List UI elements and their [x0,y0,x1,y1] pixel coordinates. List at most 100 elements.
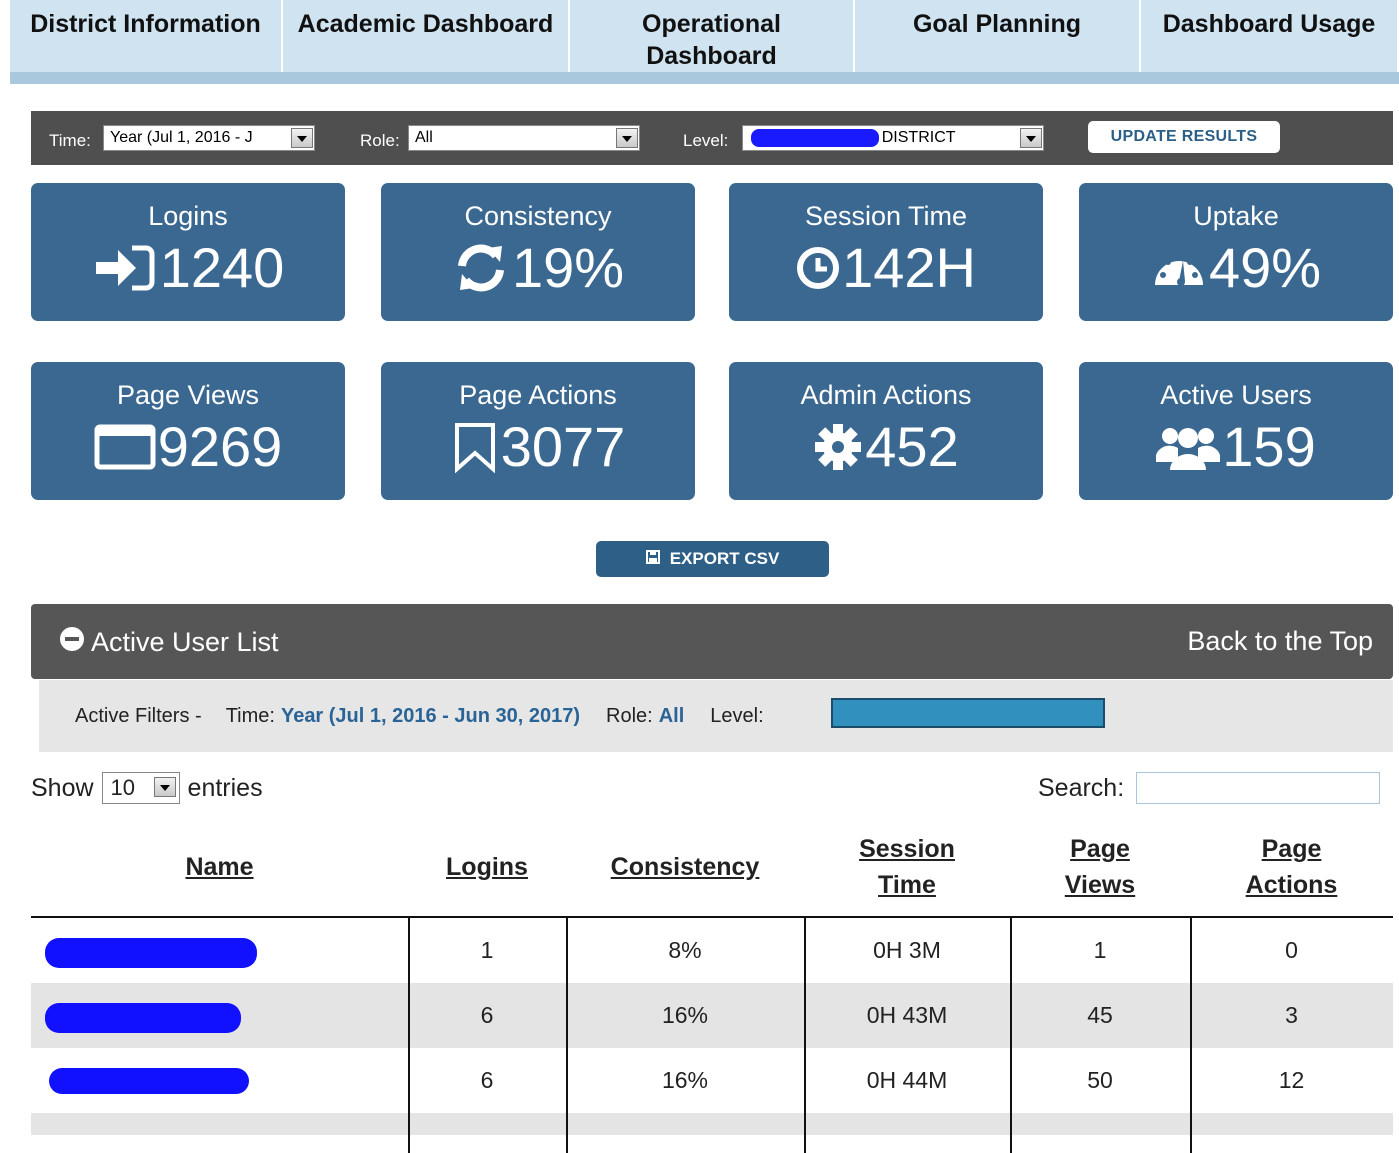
metric-card-page-views: Page Views 9269 [31,362,345,500]
cell-consistency: 8% [668,937,702,963]
column-header-consistency[interactable]: Consistency [566,818,804,916]
active-user-list-title: Active User List [91,627,279,657]
metric-value: 1240 [159,236,285,299]
tab-district-information[interactable]: District Information [10,0,283,72]
chevron-down-icon [616,128,638,148]
metric-value: 19% [511,236,625,299]
level-select[interactable]: L DISTRICT [742,125,1044,151]
metric-value-row: 159 [1079,414,1393,479]
time-filter-label: Time: [49,131,91,150]
active-filter-role-value: All [658,705,685,727]
top-tabs: District Information Academic Dashboard … [10,0,1399,72]
cell-logins: 6 [480,1067,494,1093]
column-divider [566,918,568,1153]
tab-operational-dashboard[interactable]: Operational Dashboard [570,0,855,72]
cell-consistency: 16% [661,1002,709,1028]
role-select[interactable]: All [408,125,640,151]
role-filter-label: Role: [360,131,400,150]
table-row: 6 16% 0H 44M 50 12 [31,1048,1393,1113]
update-results-button[interactable]: UPDATE RESULTS [1088,121,1280,153]
level-select-value: L DISTRICT [869,129,956,146]
redacted-name-link[interactable] [45,1003,241,1033]
gear-icon [813,422,863,472]
bookmark-icon [451,421,499,473]
metric-title: Logins [148,201,228,231]
metric-title: Active Users [1160,380,1312,410]
metric-card-logins: Logins 1240 [31,183,345,321]
redacted-name-link[interactable] [45,938,257,968]
column-header-page-views[interactable]: Page Views [1010,818,1190,916]
users-icon [1156,422,1221,472]
tab-goal-planning[interactable]: Goal Planning [855,0,1141,72]
metric-value: 3077 [500,415,626,478]
metric-card-admin-actions: Admin Actions 452 [729,362,1043,500]
active-user-list-header: Active User List Back to the Top [31,604,1393,679]
column-header-session-time-label: Session Time [859,835,955,899]
metric-value-row: 1240 [31,235,345,300]
cell-session-time: 0H 43M [866,1002,948,1028]
tab-dashboard-usage[interactable]: Dashboard Usage [1141,0,1399,72]
active-filter-time-value: Year (Jul 1, 2016 - Jun 30, 2017) [280,705,581,727]
metric-card-active-users: Active Users 159 [1079,362,1393,500]
chevron-down-icon [291,128,313,148]
back-to-top-link[interactable]: Back to the Top [1187,626,1373,657]
active-filter-time-label: Time: [225,705,275,727]
column-header-logins[interactable]: Logins [408,818,566,916]
redaction-mark [751,129,879,147]
show-label: Show [31,773,94,802]
metric-title: Page Views [116,380,260,410]
redacted-name-link[interactable] [49,1068,249,1094]
time-select-value: Year (Jul 1, 2016 - J [110,129,253,146]
column-header-page-actions[interactable]: Page Actions [1190,818,1393,916]
column-header-page-actions-label: Page Actions [1245,835,1338,899]
level-filter-label: Level: [683,131,729,150]
clock-icon [796,246,840,290]
cell-logins: 1 [480,937,494,963]
active-filters-label: Active Filters - [75,705,202,727]
cell-session-time: 0H 3M [873,937,941,963]
tab-underline-bar [10,72,1399,84]
tab-academic-dashboard[interactable]: Academic Dashboard [283,0,570,72]
metric-value: 49% [1208,236,1322,299]
cell-logins: 6 [480,1002,494,1028]
metric-title: Page Actions [459,380,617,410]
window-icon [94,423,156,471]
length-control: Show 10 entries [31,772,263,804]
cell-consistency: 16% [661,1067,709,1093]
chevron-down-icon [153,777,176,797]
save-icon [645,549,660,569]
column-header-name[interactable]: Name [31,818,408,916]
table-row: 6 16% 0H 43M 45 3 [31,983,1393,1048]
time-select[interactable]: Year (Jul 1, 2016 - J [103,125,315,151]
active-filter-level-label: Level: [710,705,764,727]
metric-title: Admin Actions [800,380,972,410]
export-csv-button[interactable]: EXPORT CSV [596,541,829,577]
refresh-icon [452,242,510,294]
metric-title: Session Time [804,201,968,231]
metric-value-row: 49% [1079,235,1393,300]
active-filters-row: Active Filters - Time: Year (Jul 1, 2016… [75,705,764,728]
tab-operational-dashboard-label: Operational Dashboard [642,10,781,70]
entries-label: entries [187,773,263,802]
dashboard-gauge-icon [1151,245,1207,291]
metric-value-row: 142H [729,235,1043,300]
metric-value-row: 3077 [381,414,695,479]
active-user-list-toggle[interactable]: Active User List [59,626,279,659]
metric-card-consistency: Consistency 19% [381,183,695,321]
column-divider [1190,918,1192,1153]
search-control: Search: [1038,772,1381,804]
cell-session-time: 0H 44M [866,1067,948,1093]
sign-in-icon [92,242,158,294]
entries-select[interactable]: 10 [101,772,180,804]
column-header-session-time[interactable]: Session Time [804,818,1010,916]
metric-value: 142H [842,236,976,299]
cell-page-views: 1 [1093,937,1107,963]
metric-card-page-actions: Page Actions 3077 [381,362,695,500]
column-divider [1010,918,1012,1153]
search-input[interactable] [1136,772,1381,804]
column-divider [408,918,410,1153]
minus-circle-icon [59,626,85,659]
metric-value: 9269 [157,415,283,478]
